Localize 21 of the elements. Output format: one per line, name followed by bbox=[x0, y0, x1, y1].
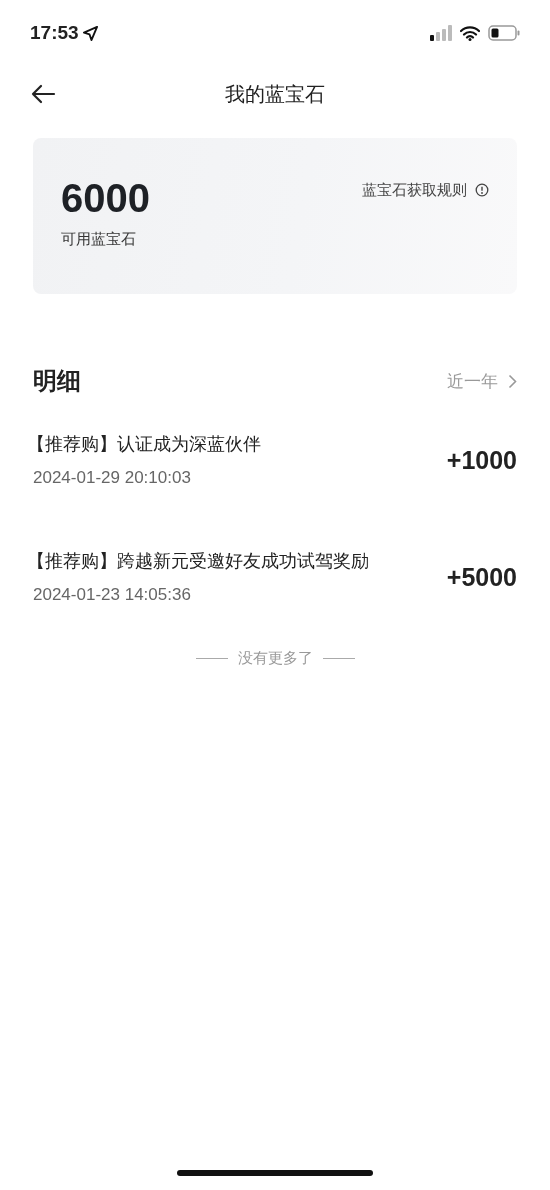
info-icon bbox=[475, 183, 489, 197]
record-title: 【推荐购】跨越新元受邀好友成功试驾奖励 bbox=[27, 549, 369, 573]
record-amount: +5000 bbox=[446, 562, 517, 592]
page-title: 我的蓝宝石 bbox=[224, 80, 326, 108]
end-of-list-text: 没有更多了 bbox=[237, 649, 313, 668]
record-amount: +1000 bbox=[446, 445, 517, 475]
record-time: 2024-01-23 14:05:36 bbox=[33, 585, 192, 605]
chevron-right-icon bbox=[508, 373, 517, 389]
location-arrow-icon bbox=[82, 25, 98, 41]
back-arrow-icon bbox=[30, 84, 56, 104]
record-title: 【推荐购】认证成为深蓝伙伴 bbox=[27, 432, 261, 456]
battery-icon bbox=[488, 25, 520, 41]
balance-caption: 可用蓝宝石 bbox=[61, 230, 137, 249]
rules-link[interactable]: 蓝宝石获取规则 bbox=[362, 178, 489, 202]
clock-time: 17:53 bbox=[30, 22, 79, 44]
section-title: 明细 bbox=[33, 366, 81, 397]
wifi-icon bbox=[460, 25, 480, 41]
back-button[interactable] bbox=[30, 83, 58, 105]
signal-icon bbox=[430, 25, 452, 41]
balance-amount: 6000 bbox=[61, 176, 150, 220]
record-time: 2024-01-29 20:10:03 bbox=[33, 468, 192, 488]
